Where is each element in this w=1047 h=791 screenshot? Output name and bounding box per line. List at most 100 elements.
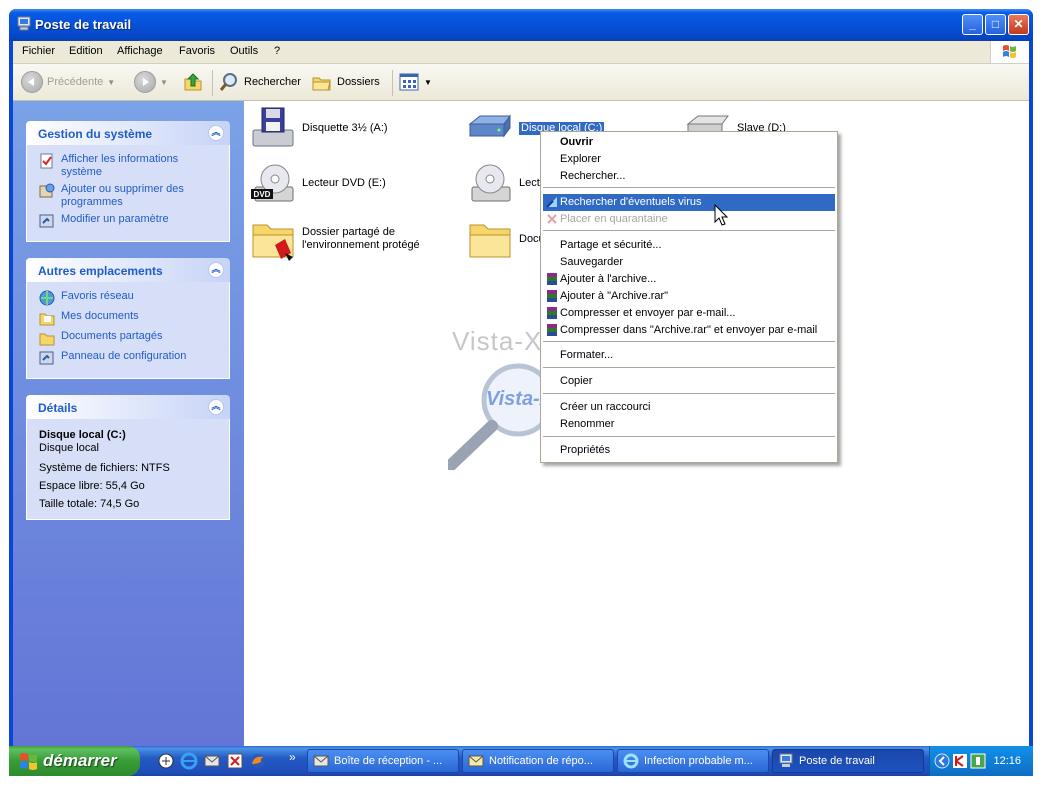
back-dropdown-icon: ▼ (107, 77, 116, 87)
ctx-scan-virus[interactable]: Rechercher d'éventuels virus (543, 194, 835, 211)
computer-icon (17, 16, 31, 31)
maximize-button[interactable]: □ (985, 14, 1006, 35)
place-my-documents[interactable]: Mes documents (39, 310, 219, 326)
task-system-info[interactable]: Afficher les informations système (39, 153, 219, 179)
control-panel-icon (39, 214, 54, 228)
collapse-icon[interactable]: ︽ (208, 399, 224, 415)
taskbar-inbox[interactable]: Boîte de réception - ... (307, 749, 459, 773)
antivirus-icon[interactable] (952, 753, 968, 769)
other-places-header[interactable]: Autres emplacements ︽ (26, 258, 230, 282)
folders-button[interactable]: Dossiers (311, 71, 380, 93)
folders-icon (312, 77, 331, 91)
ctx-sharing[interactable]: Partage et sécurité... (543, 237, 835, 254)
ctx-open[interactable]: Ouvrir (543, 134, 835, 151)
back-button[interactable]: Précédente ▼ (21, 71, 115, 93)
firefox-icon[interactable] (249, 752, 267, 770)
collapse-icon[interactable]: ︽ (208, 125, 224, 141)
taskbar-infection[interactable]: Infection probable m... (617, 749, 769, 773)
ctx-add-archive-rar[interactable]: Ajouter à "Archive.rar" (543, 288, 835, 305)
task-pane: Gestion du système ︽ Afficher les inform… (13, 101, 244, 746)
close-button[interactable]: ✕ (1008, 14, 1029, 35)
start-button[interactable]: démarrer (9, 746, 140, 776)
taskbar-my-computer[interactable]: Poste de travail (772, 749, 924, 773)
protected-shared-folder[interactable]: Dossier partagé de l'environnement proté… (249, 215, 432, 263)
menu-fichier[interactable]: Fichier (22, 45, 55, 57)
svg-text:DVD: DVD (254, 190, 271, 199)
up-folder-icon (184, 73, 202, 91)
forward-dropdown-icon: ▼ (160, 77, 168, 87)
details-total-size: Taille totale: 74,5 Go (39, 498, 140, 510)
ctx-rename[interactable]: Renommer (543, 416, 835, 433)
ctx-properties[interactable]: Propriétés (543, 442, 835, 459)
system-tasks-panel: Gestion du système ︽ Afficher les inform… (26, 121, 230, 242)
details-name: Disque local (C:) (39, 429, 126, 441)
up-button[interactable] (182, 71, 204, 93)
programs-icon (39, 183, 55, 198)
minimize-button[interactable]: _ (962, 14, 983, 35)
task-add-remove-programs[interactable]: Ajouter ou supprimer des programmes (39, 183, 219, 209)
views-button[interactable]: ▼ (398, 71, 432, 93)
place-shared-documents[interactable]: Documents partagés (39, 330, 219, 346)
tray-expand-icon[interactable] (934, 753, 950, 769)
ie-icon (623, 753, 639, 769)
ie-icon[interactable] (180, 752, 198, 770)
quicklaunch-expand-icon[interactable]: » (289, 750, 296, 764)
mail-icon (468, 755, 484, 767)
my-documents-icon (39, 313, 55, 326)
place-control-panel[interactable]: Panneau de configuration (39, 350, 219, 366)
drive-floppy[interactable]: Disquette 3½ (A:) (249, 104, 388, 152)
other-places-panel: Autres emplacements ︽ Favoris réseau Mes… (26, 258, 230, 379)
details-panel: Détails ︽ Disque local (C:) Disque local… (26, 395, 230, 520)
menu-edition[interactable]: Edition (69, 45, 103, 57)
ctx-search[interactable]: Rechercher... (543, 168, 835, 185)
ctx-quarantine[interactable]: Placer en quarantaine (543, 211, 835, 228)
dvd-drive-icon: DVD (251, 164, 294, 202)
quicklaunch-mail-icon[interactable] (203, 752, 221, 770)
network-icon (39, 290, 55, 306)
forward-button[interactable]: ▼ (134, 71, 168, 93)
ctx-compress-email[interactable]: Compresser et envoyer par e-mail... (543, 305, 835, 322)
forward-icon (134, 71, 156, 93)
taskbar-notification[interactable]: Notification de répo... (462, 749, 614, 773)
details-filesystem: Système de fichiers: NTFS (39, 462, 170, 474)
winrar-icon (547, 273, 557, 285)
control-panel-icon (39, 351, 54, 365)
documents-folder[interactable]: Docu (466, 215, 545, 263)
ctx-copy[interactable]: Copier (543, 373, 835, 390)
views-dropdown-icon: ▼ (424, 77, 432, 87)
winrar-icon (547, 324, 557, 336)
search-button[interactable]: Rechercher (218, 71, 301, 93)
ctx-format[interactable]: Formater... (543, 347, 835, 364)
context-menu: Ouvrir Explorer Rechercher... Rechercher… (540, 131, 838, 463)
ctx-create-shortcut[interactable]: Créer un raccourci (543, 399, 835, 416)
collapse-icon[interactable]: ︽ (208, 262, 224, 278)
menu-affichage[interactable]: Affichage (117, 45, 163, 57)
details-free-space: Espace libre: 55,4 Go (39, 480, 145, 492)
menu-bar: Fichier Edition Affichage Favoris Outils… (13, 41, 1029, 64)
ctx-explore[interactable]: Explorer (543, 151, 835, 168)
quicklaunch-update-icon[interactable] (157, 752, 175, 770)
title-bar[interactable]: Poste de travail _ □ ✕ (9, 9, 1033, 41)
drive-dvd[interactable]: DVD Lecteur DVD (E:) (249, 159, 386, 207)
windows-flag-icon (20, 753, 37, 770)
ctx-backup[interactable]: Sauvegarder (543, 254, 835, 271)
ctx-add-archive[interactable]: Ajouter à l'archive... (543, 271, 835, 288)
system-tasks-header[interactable]: Gestion du système ︽ (26, 121, 230, 145)
drive-cd[interactable]: Lect (466, 159, 540, 207)
menu-outils[interactable]: Outils (230, 45, 258, 57)
cd-drive-icon (471, 164, 511, 202)
system-info-icon (40, 153, 53, 169)
task-change-setting[interactable]: Modifier un paramètre (39, 213, 219, 229)
menu-help[interactable]: ? (274, 45, 280, 57)
ctx-compress-rar-email[interactable]: Compresser dans "Archive.rar" et envoyer… (543, 322, 835, 339)
antivirus-icon[interactable] (226, 752, 244, 770)
tray-security-icon[interactable] (970, 753, 986, 769)
clock: 12:16 (993, 755, 1021, 767)
search-icon (219, 73, 237, 91)
menu-favoris[interactable]: Favoris (179, 45, 215, 57)
taskbar: démarrer » Boîte de réception - ... Noti… (9, 746, 1033, 776)
place-network[interactable]: Favoris réseau (39, 290, 219, 306)
antivirus-icon (546, 197, 557, 208)
details-header[interactable]: Détails ︽ (26, 395, 230, 419)
folder-icon (252, 224, 294, 261)
